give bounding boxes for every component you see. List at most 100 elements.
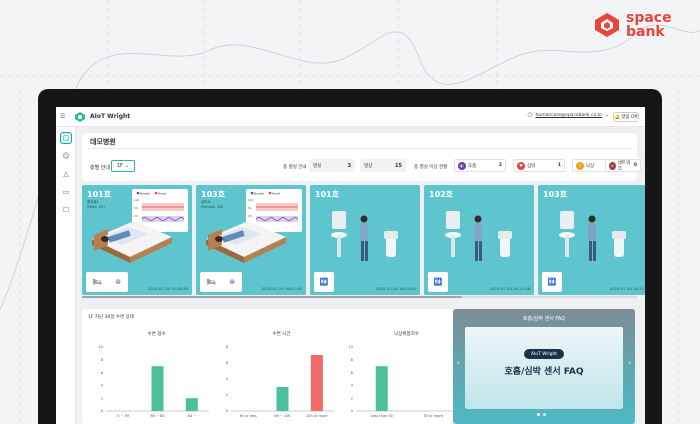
faq-slide[interactable]: AIoT Wright 호흡/심박 센서 FAQ: [465, 327, 623, 409]
restroom-icon: 🚻: [433, 278, 443, 286]
alarm-label: 알림 Off: [621, 115, 638, 120]
alert-breath-label: 호흡: [468, 163, 477, 169]
legend-heart: Heart: [158, 191, 167, 195]
category-label: 0 ~ 59: [117, 414, 129, 418]
person-standing-illustration: [445, 211, 512, 261]
room-status-icons: 🛏 ⊛: [200, 272, 242, 292]
alert-heart-label: 심박: [527, 163, 536, 169]
axis-tick: 120: [134, 198, 140, 202]
home-icon: ▢: [62, 134, 70, 142]
app-topbar: ☰ AIoT Wright ◯ humancare@spacebank.co.k…: [56, 107, 645, 127]
alert-status-label: 층 병실 이상 현황: [414, 165, 448, 170]
sidebar-item-home[interactable]: ▢: [60, 132, 72, 144]
stat-beds: 병상 15: [360, 159, 406, 172]
sidebar-item-users[interactable]: ☺: [60, 150, 72, 162]
floor-value: 1F: [116, 163, 123, 169]
user-menu[interactable]: ◯ humancare@spacebank.co.kr ⌄: [527, 113, 609, 118]
axis-tick-label: 0: [226, 409, 228, 413]
user-icon: ◯: [527, 113, 533, 118]
carousel-next-icon[interactable]: ›: [628, 359, 631, 367]
axis-tick-label: 4: [101, 384, 104, 388]
faq-header: 호흡/심박 센서 FAQ: [522, 316, 566, 322]
hospital-name: 데모병원: [90, 138, 116, 146]
category-label: 10h or more: [306, 414, 328, 418]
bed-icon: 🛏: [92, 278, 102, 286]
axis-tick-label: 4: [351, 384, 354, 388]
legend-heart: Heart: [272, 191, 281, 195]
room-card[interactable]: 101호 🚻 2025-07-24 16:22:40: [310, 185, 420, 295]
room-timestamp: 2025-07-29 15:28:40: [147, 286, 188, 291]
room-card-list: 101호 홍길동1 (Male, 2S) Breath Heart 120 60…: [82, 185, 645, 295]
user-email: humancare@spacebank.co.kr: [535, 113, 603, 118]
alarm-toggle-button[interactable]: 🔔 알림 Off: [613, 112, 639, 122]
axis-tick-label: 10: [349, 345, 353, 349]
chart-title: 수면 시간: [273, 330, 291, 337]
axis-tick-label: 6: [351, 371, 353, 375]
sidebar-item-documents[interactable]: ☐: [60, 204, 72, 216]
axis-tick-label: 0: [101, 409, 103, 413]
axis-tick-label: 8: [226, 345, 228, 349]
laptop-frame: ☰ AIoT Wright ◯ humancare@spacebank.co.k…: [38, 89, 662, 424]
heart-icon: ♥: [517, 161, 525, 170]
room-card[interactable]: 103호 🚻 2025-07-29 16:11: [538, 185, 645, 295]
stat-rooms-value: 3: [347, 162, 351, 169]
category-label: 84 ~: [188, 414, 197, 418]
floor-label: 층별 안내: [90, 165, 110, 171]
app-title: AIoT Wright: [90, 113, 131, 120]
room-number: 103호: [543, 190, 568, 199]
stat-rooms: 병실 3: [309, 159, 355, 172]
app-logo-icon: [75, 111, 85, 122]
alert-breath[interactable]: ◐ 호흡 2: [454, 159, 506, 172]
bed-icon: 🛏: [206, 278, 216, 286]
carousel-dot[interactable]: [537, 413, 540, 416]
patient-in-bed-illustration: [92, 221, 172, 263]
alert-breath-value: 2: [498, 163, 502, 168]
person-standing-illustration: [559, 211, 626, 261]
users-icon: ☺: [62, 152, 70, 160]
bar: [276, 387, 289, 411]
alert-network-label: 네트워크: [617, 160, 631, 172]
room-status-icons: 🛏 ⊛: [86, 272, 128, 292]
axis-tick-label: 8: [351, 358, 353, 362]
document-icon: ☐: [62, 206, 70, 214]
bar: [151, 366, 164, 411]
network-icon: ≈: [609, 161, 616, 170]
chevron-down-icon: ⌄: [605, 113, 609, 118]
faq-title: 호흡/심박 센서 FAQ: [504, 367, 584, 377]
axis-tick-label: 6: [226, 361, 228, 365]
floor-select[interactable]: 1F ⌄: [111, 160, 135, 172]
room-status-icons: 🚻: [542, 272, 562, 292]
scrollbar-thumb[interactable]: [82, 296, 462, 298]
chart-title: 수면 점수: [148, 330, 166, 337]
alert-network[interactable]: ≈ 네트워크 0: [605, 159, 641, 172]
alert-heart[interactable]: ♥ 심박 1: [513, 159, 565, 172]
divider: [88, 148, 631, 149]
menu-icon[interactable]: ☰: [60, 113, 70, 120]
axis-tick-label: 4: [226, 377, 229, 381]
sidebar-item-alerts[interactable]: △: [60, 168, 72, 180]
sensor-icon: ⊛: [115, 278, 122, 286]
room-timestamp: 2025-07-24 16:22:40: [375, 286, 416, 291]
person-standing-illustration: [331, 211, 398, 261]
alert-fall-label: 낙상: [586, 163, 595, 169]
carousel-prev-icon[interactable]: ‹: [457, 359, 460, 367]
sidebar-item-monitor[interactable]: ▭: [60, 186, 72, 198]
faq-banner[interactable]: 호흡/심박 센서 FAQ AIoT Wright 호흡/심박 센서 FAQ ‹ …: [453, 309, 635, 424]
room-card[interactable]: 103호 김미소 (Female, 38) Breath Heart 120 6…: [196, 185, 306, 295]
room-timestamp: 2025-07-29 16:11: [609, 286, 644, 291]
carousel-dot[interactable]: [543, 413, 546, 416]
room-info-label: 층 병실 안내: [283, 165, 307, 170]
axis-tick-label: 2: [226, 393, 228, 397]
restroom-icon: 🚻: [319, 278, 329, 286]
fall-icon: ↓: [576, 161, 584, 170]
room-card[interactable]: 101호 홍길동1 (Male, 2S) Breath Heart 120 60…: [82, 185, 192, 295]
room-card[interactable]: 102호 🚻 2025-07-29 16:11:48: [424, 185, 534, 295]
axis-tick-label: 2: [351, 396, 353, 400]
category-label: 60 ~ 84: [150, 414, 165, 418]
axis-tick: 120: [248, 198, 254, 202]
room-list-scrollbar[interactable]: [82, 296, 637, 298]
sensor-icon: ⊛: [229, 278, 236, 286]
monitor-icon: ▭: [62, 188, 70, 196]
patient-in-bed-illustration: [206, 221, 286, 263]
axis-tick-label: 2: [101, 396, 103, 400]
